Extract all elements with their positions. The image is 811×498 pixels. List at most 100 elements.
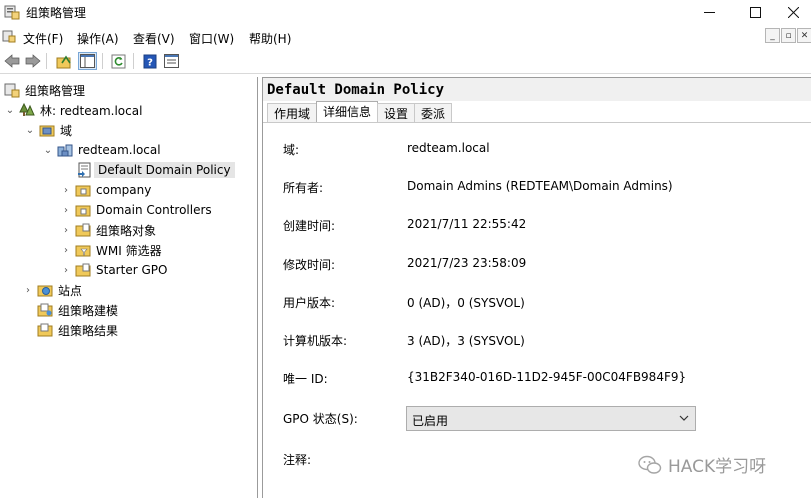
gpo-status-select[interactable]: 已启用 xyxy=(406,406,696,431)
mmc-console-icon[interactable] xyxy=(2,29,16,43)
mdi-restore-icon[interactable]: ▫ xyxy=(781,28,796,43)
tree-root-label: 组策略管理 xyxy=(25,83,86,98)
field-domain-value: redteam.local xyxy=(407,141,490,155)
sites-icon xyxy=(37,285,53,297)
menu-help[interactable]: 帮助(H) xyxy=(249,30,291,47)
menu-file[interactable]: 文件(F) xyxy=(23,30,63,47)
chevron-right-icon[interactable]: › xyxy=(22,284,34,296)
close-icon[interactable] xyxy=(776,0,811,24)
tree-wmi-filters[interactable]: › WMI 筛选器 xyxy=(60,240,162,260)
field-owner-label: 所有者: xyxy=(283,181,324,195)
gpo-status-value: 已启用 xyxy=(412,414,449,428)
tree-sites[interactable]: › 站点 xyxy=(22,280,82,300)
tree-wmi-filters-label: WMI 筛选器 xyxy=(96,243,162,258)
tree-gp-results-label: 组策略结果 xyxy=(58,323,119,338)
title-bar: 组策略管理 xyxy=(0,0,811,24)
tab-delegation[interactable]: 委派 xyxy=(414,103,453,122)
wmi-filter-folder-icon xyxy=(75,245,91,257)
tree-domains-label: 域 xyxy=(60,123,73,138)
mdi-window-controls: _ ▫ ✕ xyxy=(765,28,811,43)
chevron-right-icon[interactable]: › xyxy=(60,264,72,276)
gpmc-app-icon xyxy=(4,5,20,20)
tree-company-label: company xyxy=(96,183,152,197)
tree-ou-domain-controllers[interactable]: › Domain Controllers xyxy=(60,200,212,220)
chevron-down-icon xyxy=(679,415,689,421)
tree-domain[interactable]: ⌄ redteam.local xyxy=(42,140,161,160)
field-computer-version-label: 计算机版本: xyxy=(283,334,348,348)
tree-starter-gpo-label: Starter GPO xyxy=(96,263,168,277)
show-hide-tree-icon[interactable] xyxy=(78,52,97,70)
field-modified-value: 2021/7/23 23:58:09 xyxy=(407,256,527,270)
tree-forest-label: 林: redteam.local xyxy=(40,103,143,118)
details-panel: Default Domain Policy 作用域 详细信息 设置 委派 域: … xyxy=(262,77,811,498)
field-user-version-value: 0 (AD)，0 (SYSVOL) xyxy=(407,296,525,310)
field-modified-label: 修改时间: xyxy=(283,258,336,272)
ou-folder-icon xyxy=(75,205,91,217)
mdi-minimize-icon[interactable]: _ xyxy=(765,28,780,43)
mdi-close-icon[interactable]: ✕ xyxy=(797,28,811,43)
chevron-right-icon[interactable]: › xyxy=(60,184,72,196)
maximize-icon[interactable] xyxy=(732,0,778,24)
chevron-down-icon[interactable]: ⌄ xyxy=(24,124,36,136)
chevron-down-icon[interactable]: ⌄ xyxy=(4,104,16,116)
menu-action[interactable]: 操作(A) xyxy=(77,30,119,47)
wechat-icon xyxy=(638,455,662,474)
ou-folder-icon xyxy=(75,185,91,197)
gp-results-icon xyxy=(37,323,53,337)
field-owner-value: Domain Admins (REDTEAM\Domain Admins) xyxy=(407,179,673,193)
watermark-text: HACK学习呀 xyxy=(668,457,767,477)
tree-gp-modeling-label: 组策略建模 xyxy=(58,303,119,318)
tree-gp-results[interactable]: 组策略结果 xyxy=(37,320,118,340)
field-created-label: 创建时间: xyxy=(283,219,336,233)
tree-gp-modeling[interactable]: 组策略建模 xyxy=(37,300,118,320)
tree-domains[interactable]: ⌄ 域 xyxy=(24,120,72,140)
chevron-right-icon[interactable]: › xyxy=(60,224,72,236)
menu-view[interactable]: 查看(V) xyxy=(133,30,175,47)
minimize-icon[interactable] xyxy=(686,0,732,24)
forward-arrow-icon[interactable] xyxy=(23,52,42,70)
gpmc-root-icon xyxy=(4,83,20,98)
tree-ou-company[interactable]: › company xyxy=(60,180,151,200)
tree-domain-controllers-label: Domain Controllers xyxy=(96,203,212,217)
tab-scope[interactable]: 作用域 xyxy=(267,103,318,122)
menu-bar: 文件(F) 操作(A) 查看(V) 窗口(W) 帮助(H) _ ▫ ✕ xyxy=(0,26,811,48)
window-title: 组策略管理 xyxy=(26,6,87,20)
help-icon[interactable]: ? xyxy=(140,52,159,70)
domains-folder-icon xyxy=(39,125,55,137)
comment-label: 注释: xyxy=(283,453,312,467)
tree-sites-label: 站点 xyxy=(58,283,83,298)
gpo-link-icon xyxy=(78,162,91,178)
tree-starter-gpo[interactable]: › Starter GPO xyxy=(60,260,167,280)
properties-icon[interactable] xyxy=(162,52,181,70)
menu-window[interactable]: 窗口(W) xyxy=(189,30,234,47)
starter-gpo-folder-icon xyxy=(75,263,91,277)
tree-domain-label: redteam.local xyxy=(78,143,161,157)
svg-text:?: ? xyxy=(147,57,153,68)
refresh-icon[interactable] xyxy=(109,52,128,70)
gpo-container-icon xyxy=(75,223,91,237)
tab-details[interactable]: 详细信息 xyxy=(316,101,379,122)
field-created-value: 2021/7/11 22:55:42 xyxy=(407,217,527,231)
tree-gpo-objects-label: 组策略对象 xyxy=(96,223,157,238)
details-tabs: 作用域 详细信息 设置 委派 xyxy=(267,101,453,123)
tree-gpo-label: Default Domain Policy xyxy=(94,162,235,178)
chevron-right-icon[interactable]: › xyxy=(60,204,72,216)
details-header: Default Domain Policy xyxy=(263,77,811,101)
up-folder-icon[interactable] xyxy=(54,52,73,70)
tab-settings[interactable]: 设置 xyxy=(377,103,416,122)
field-user-version-label: 用户版本: xyxy=(283,296,336,310)
tree-gpo-default-domain-policy[interactable]: Default Domain Policy xyxy=(77,160,235,180)
gpo-status-label: GPO 状态(S): xyxy=(283,412,358,426)
chevron-right-icon[interactable]: › xyxy=(60,244,72,256)
gp-modeling-icon xyxy=(37,303,53,317)
details-title: Default Domain Policy xyxy=(267,82,445,98)
tree-root[interactable]: 组策略管理 xyxy=(4,80,85,100)
field-domain-label: 域: xyxy=(283,143,300,157)
tree-forest[interactable]: ⌄ 林: redteam.local xyxy=(4,100,142,120)
toolbar: ? xyxy=(0,49,811,74)
field-unique-id-value[interactable]: {31B2F340-016D-11D2-945F-00C04FB984F9} xyxy=(407,370,686,384)
domain-icon xyxy=(57,144,73,157)
tree-gpo-objects[interactable]: › 组策略对象 xyxy=(60,220,156,240)
chevron-down-icon[interactable]: ⌄ xyxy=(42,144,54,156)
back-arrow-icon[interactable] xyxy=(2,52,21,70)
